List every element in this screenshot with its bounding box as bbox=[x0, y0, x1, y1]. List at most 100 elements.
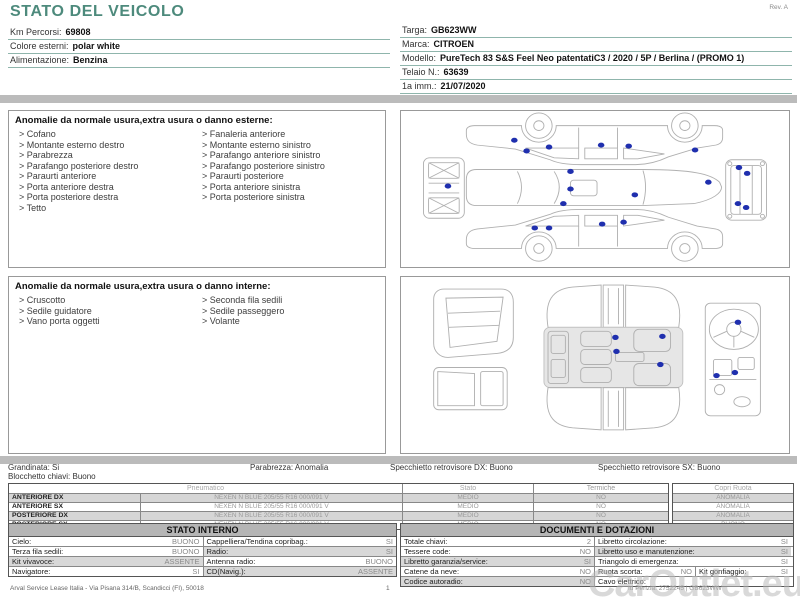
field-cell: Antenna radio:BUONO bbox=[203, 557, 397, 566]
tyre-stato: MEDIO bbox=[403, 494, 534, 502]
tyre-spec: NEXEN N BLUE 205/55 R16 000/091 V bbox=[141, 494, 403, 502]
status-label: Specchietto retrovisore DX: bbox=[390, 463, 487, 472]
field-label: Libretto garanzia/service: bbox=[404, 557, 488, 566]
status-parabrezza: Parabrezza: Anomalia bbox=[250, 463, 328, 472]
info-value: CITROEN bbox=[434, 39, 475, 49]
anomaly-item: Montante esterno sinistro bbox=[202, 140, 385, 151]
field-label: Antenna radio: bbox=[207, 557, 256, 566]
field-cell: Cielo: BUONO bbox=[9, 537, 203, 546]
tyre-position: ANTERIORE DX bbox=[9, 494, 141, 502]
field-cell: Radio:SI bbox=[203, 547, 397, 556]
field-cell: Kit vivavoce:ASSENTE bbox=[9, 557, 203, 566]
anomaly-item: Parafango anteriore sinistro bbox=[202, 150, 385, 161]
exterior-damage-diagram bbox=[400, 110, 790, 268]
field-cell: Libretto garanzia/service:SI bbox=[401, 557, 594, 566]
interior-anomalies-right: Seconda fila sedili Sedile passeggero Vo… bbox=[202, 295, 385, 327]
caroutlet-watermark: CarOutlet.eu bbox=[588, 563, 800, 600]
field-cell: Codice autoradio:NO bbox=[401, 577, 594, 586]
anomaly-item: Porta anteriore sinistra bbox=[202, 182, 385, 193]
info-row-telaio: Telaio N.:63639 bbox=[400, 66, 792, 80]
copri-ruota-value: ANOMALIA bbox=[673, 511, 793, 520]
status-value: Buono bbox=[697, 463, 720, 472]
info-value: Benzina bbox=[73, 55, 108, 65]
field-cell: Totale chiavi:2 bbox=[401, 537, 594, 546]
car-rear-view bbox=[726, 160, 767, 220]
table-row: Tessere code:NO Libretto uso e manutenzi… bbox=[401, 546, 793, 556]
page-title: STATO DEL VEICOLO bbox=[10, 3, 184, 21]
info-label: Km Percorsi: bbox=[10, 27, 62, 37]
field-label: Totale chiavi: bbox=[404, 537, 447, 546]
interior-anomalies-title: Anomalie da normale usura,extra usura o … bbox=[9, 277, 385, 295]
anomaly-item: Cruscotto bbox=[19, 295, 202, 306]
car-interior-diagram bbox=[401, 277, 789, 453]
anomaly-item: Porta posteriore destra bbox=[19, 192, 202, 203]
field-cell: Navigatore: SI bbox=[9, 567, 203, 576]
status-value: Buono bbox=[73, 472, 96, 481]
field-cell: Tessere code:NO bbox=[401, 547, 594, 556]
status-blocchetto-chiavi: Blocchetto chiavi: Buono bbox=[8, 472, 96, 481]
anomaly-item: Paraurti posteriore bbox=[202, 171, 385, 182]
info-row-immatricolazione: 1a imm.:21/07/2020 bbox=[400, 80, 792, 94]
field-value: ASSENTE bbox=[164, 557, 199, 566]
tyre-position: POSTERIORE DX bbox=[9, 512, 141, 520]
vehicle-info-right: Targa: GB623WW Marca: CITROEN Modello:Pure… bbox=[400, 24, 792, 94]
tyre-stato: MEDIO bbox=[403, 503, 534, 511]
column-header-pneumatico: Pneumatico bbox=[9, 484, 403, 493]
field-cell: Terza fila sedili:BUONO bbox=[9, 547, 203, 556]
field-label: Codice autoradio: bbox=[404, 577, 463, 586]
table-row: Totale chiavi:2 Libretto circolazione:SI bbox=[401, 537, 793, 546]
info-value: 21/07/2020 bbox=[441, 81, 486, 91]
field-cell: Libretto circolazione:SI bbox=[594, 537, 791, 546]
cabin-view bbox=[544, 285, 683, 430]
car-side-view-bottom bbox=[466, 209, 722, 261]
anomaly-item: Sedile passeggero bbox=[202, 306, 385, 317]
info-value: polar white bbox=[73, 41, 121, 51]
interior-anomalies-left: Cruscotto Sedile guidatore Vano porta og… bbox=[19, 295, 202, 327]
tyre-termiche: NO bbox=[534, 494, 668, 502]
field-cell: Libretto uso e manutenzione:SI bbox=[594, 547, 791, 556]
status-specchietto-sx: Specchietto retrovisore SX: Buono bbox=[598, 463, 720, 472]
info-row-marca: Marca: CITROEN bbox=[400, 38, 792, 52]
field-value: SI bbox=[781, 547, 788, 556]
tyre-spec: NEXEN N BLUE 205/55 R16 000/091 V bbox=[141, 503, 403, 511]
info-label: Telaio N.: bbox=[402, 67, 440, 77]
field-value: SI bbox=[192, 567, 199, 576]
anomaly-item: Paraurti anteriore bbox=[19, 171, 202, 182]
tyre-termiche: NO bbox=[534, 503, 668, 511]
info-row-targa: Targa: GB623WW bbox=[400, 24, 792, 38]
tyre-position: ANTERIORE SX bbox=[9, 503, 141, 511]
anomaly-item: Fanaleria anteriore bbox=[202, 129, 385, 140]
info-label: Marca: bbox=[402, 39, 430, 49]
table-row: Cielo: BUONO Cappelliera/Tendina copribag… bbox=[9, 537, 396, 546]
anomaly-item: Seconda fila sedili bbox=[202, 295, 385, 306]
exterior-anomalies-title: Anomalie da normale usura,extra usura o … bbox=[9, 111, 385, 129]
info-label: Colore esterni: bbox=[10, 41, 69, 51]
trunk-closed-view bbox=[434, 368, 508, 410]
exterior-anomalies-lists: Cofano Montante esterno destro Parabrezz… bbox=[9, 129, 385, 213]
tyre-spec: NEXEN N BLUE 205/55 R16 000/091 V bbox=[141, 512, 403, 520]
exterior-anomalies-panel: Anomalie da normale usura,extra usura o … bbox=[8, 110, 386, 268]
section-divider-bar bbox=[0, 95, 797, 103]
car-side-view-top bbox=[466, 113, 722, 165]
interior-anomalies-panel: Anomalie da normale usura,extra usura o … bbox=[8, 276, 386, 454]
field-label: Radio: bbox=[207, 547, 229, 556]
field-value: ASSENTE bbox=[358, 567, 393, 576]
car-front-view bbox=[423, 158, 464, 218]
interior-anomalies-lists: Cruscotto Sedile guidatore Vano porta og… bbox=[9, 295, 385, 327]
info-label: Targa: bbox=[402, 25, 427, 35]
vehicle-info-left: Km Percorsi:69808 Colore esterni:polar w… bbox=[8, 26, 390, 68]
field-label: CD(Navig.): bbox=[207, 567, 246, 576]
copri-ruota-value: ANOMALIA bbox=[673, 493, 793, 502]
field-label: Cielo: bbox=[12, 537, 31, 546]
field-value: BUONO bbox=[172, 537, 200, 546]
field-cell: Cappelliera/Tendina copribag.:SI bbox=[203, 537, 397, 546]
info-label: Modello: bbox=[402, 53, 436, 63]
interior-damage-diagram bbox=[400, 276, 790, 454]
status-label: Specchietto retrovisore SX: bbox=[598, 463, 695, 472]
info-value: GB623WW bbox=[431, 25, 477, 35]
info-row-modello: Modello:PureTech 83 S&S Feel Neo patenta… bbox=[400, 52, 792, 66]
column-header-stato: Stato bbox=[403, 484, 534, 493]
field-cell: CD(Navig.): ASSENTE bbox=[203, 567, 397, 576]
field-label: Navigatore: bbox=[12, 567, 50, 576]
status-grandinata: Grandinata: Si bbox=[8, 463, 59, 472]
